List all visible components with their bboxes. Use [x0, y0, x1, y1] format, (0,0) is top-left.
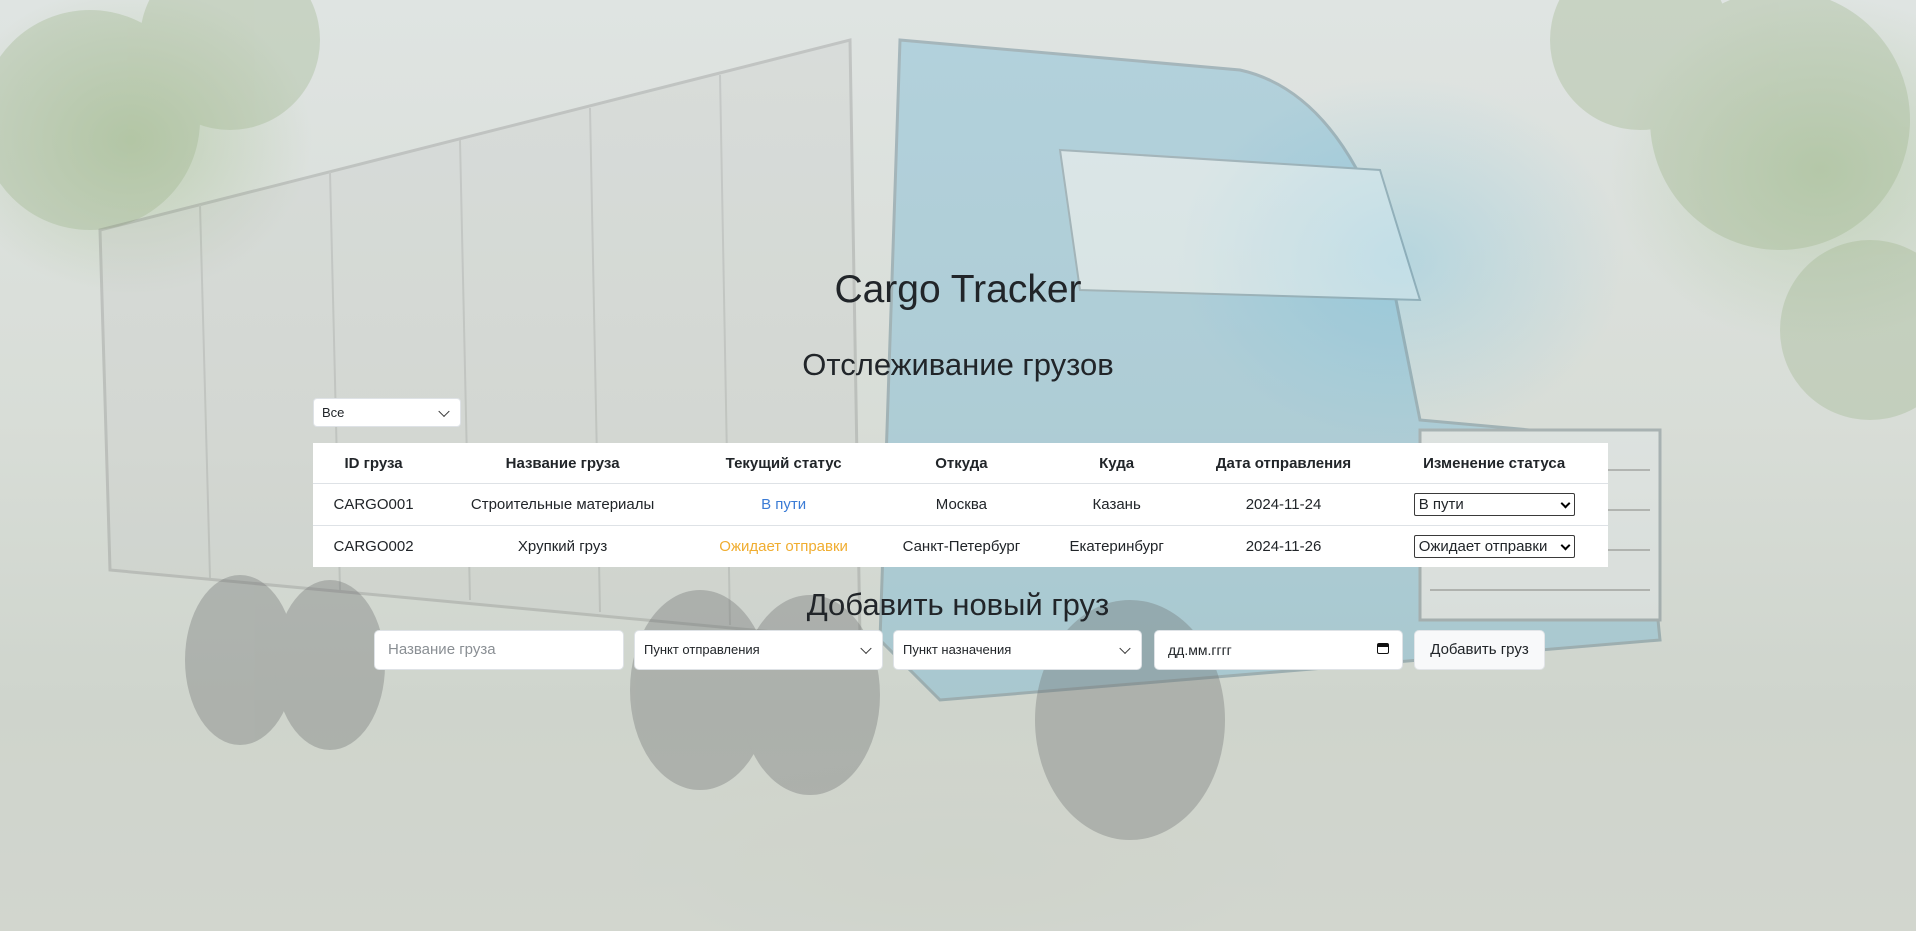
origin-select[interactable]: Пункт отправления [634, 630, 883, 670]
cargo-to: Екатеринбург [1069, 538, 1164, 555]
departure-date-input[interactable]: дд.мм.гггг [1154, 630, 1403, 670]
cargo-to: Казань [1046, 483, 1187, 526]
tracking-heading: Отслеживание грузов [802, 347, 1114, 382]
chevron-down-icon [860, 642, 872, 655]
add-cargo-heading: Добавить новый груз [806, 587, 1110, 622]
chevron-down-icon [438, 405, 450, 417]
table-row: CARGO001 Строительные материалы В пути М… [313, 483, 1608, 526]
table-header-row: ID груза Название груза Текущий статус О… [313, 443, 1608, 484]
destination-select[interactable]: Пункт назначения [893, 630, 1142, 670]
column-header-from: Откуда [876, 443, 1047, 484]
status-change-value: Ожидает отправки [1418, 538, 1548, 555]
add-cargo-button[interactable]: Добавить груз [1414, 630, 1545, 670]
status-change-cell: Ожидает отправки [1380, 526, 1608, 568]
app-title: Cargo Tracker [834, 268, 1082, 311]
table-row: CARGO002 Хрупкий груз Ожидает отправки С… [313, 526, 1608, 568]
cargo-status: Ожидает отправки [719, 538, 848, 555]
chevron-down-icon [1560, 498, 1571, 509]
cargo-date: 2024-11-24 [1186, 483, 1381, 526]
date-placeholder: дд.мм.гггг [1168, 642, 1232, 658]
status-change-select[interactable]: В пути [1413, 493, 1575, 516]
cargo-id: CARGO001 [313, 483, 435, 526]
status-change-select[interactable]: Ожидает отправки [1413, 535, 1575, 558]
cargo-name: Строительные материалы [434, 483, 692, 526]
cargo-date: 2024-11-26 [1245, 538, 1322, 555]
cargo-name: Хрупкий груз [517, 538, 608, 555]
calendar-icon[interactable] [1377, 643, 1389, 654]
column-header-date: Дата отправления [1186, 443, 1381, 484]
status-change-value: В пути [1418, 496, 1464, 513]
chevron-down-icon [1560, 540, 1571, 551]
destination-select-value: Пункт назначения [903, 642, 1012, 657]
column-header-change-status: Изменение статуса [1380, 443, 1608, 484]
cargo-name-input[interactable]: Название груза [374, 630, 624, 670]
status-filter-value: Все [322, 405, 345, 420]
status-filter-select[interactable]: Все [313, 398, 461, 427]
column-header-to: Куда [1046, 443, 1187, 484]
cargo-table: ID груза Название груза Текущий статус О… [313, 443, 1608, 567]
origin-select-value: Пункт отправления [644, 642, 760, 657]
cargo-status: В пути [691, 483, 877, 526]
column-header-id: ID груза [313, 443, 435, 484]
main-content: Cargo Tracker Отслеживание грузов Все ID… [0, 0, 1916, 931]
cargo-id: CARGO002 [333, 538, 414, 555]
cargo-from: Москва [876, 483, 1047, 526]
column-header-status: Текущий статус [691, 443, 877, 484]
chevron-down-icon [1119, 642, 1131, 655]
cargo-from: Санкт-Петербург [902, 538, 1021, 555]
status-change-cell: В пути [1380, 483, 1608, 526]
column-header-name: Название груза [434, 443, 692, 484]
